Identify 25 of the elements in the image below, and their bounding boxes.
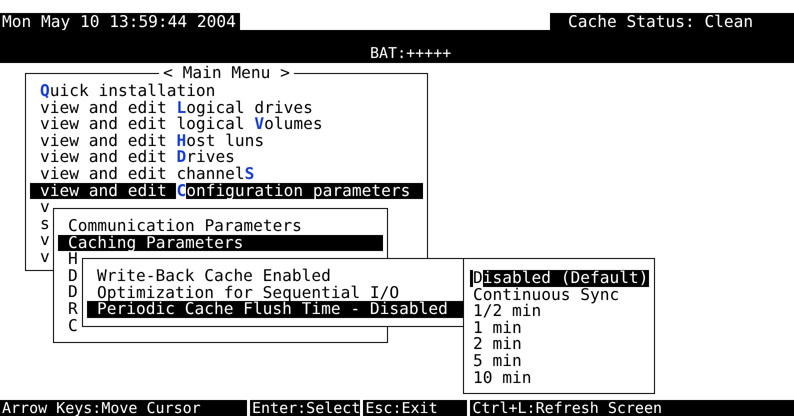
menu-item[interactable]: 2 min (470, 336, 649, 353)
menu-item[interactable]: 5 min (470, 352, 649, 370)
clock: Mon May 10 13:59:44 2004 (0, 13, 240, 30)
menu-item[interactable]: view and edit channelS (30, 166, 423, 183)
key-hint: Enter:Select (251, 400, 360, 416)
menu-item[interactable]: view and edit Configuration parameters (30, 182, 423, 200)
menu-item[interactable]: view and edit D rives (30, 149, 423, 166)
menu-item[interactable]: Optimization for Sequential I/O (87, 284, 467, 302)
menu-item[interactable]: Communication Parameters (58, 218, 383, 235)
battery-status: BAT:+++++ (370, 45, 452, 61)
menu-item[interactable]: 1/2 min (470, 303, 649, 320)
menu-item[interactable]: Disabled (Default) (470, 270, 649, 287)
menu-item[interactable]: view and edit Host luns (30, 132, 423, 150)
cache-status: Cache Status: Clean (550, 13, 794, 30)
menu-item[interactable]: 10 min (470, 370, 649, 386)
menu-item[interactable]: 1 min (470, 320, 649, 336)
menu-item[interactable]: Continuous Sync (470, 286, 649, 304)
key-hint: Ctrl+L:Refresh Screen (471, 400, 664, 416)
key-hint: Esc:Exit (364, 400, 439, 416)
key-hint: Arrow Keys:Move Cursor (1, 400, 202, 416)
menu-item[interactable]: view and edit Logical drives (30, 100, 423, 116)
menu-item[interactable]: view and edit logical Volumes (30, 116, 423, 133)
menu-item[interactable]: Quick installation (30, 83, 423, 100)
menu-item[interactable]: Write-Back Cache Enabled (87, 268, 467, 285)
menu-item[interactable]: Caching Parameters (58, 234, 383, 252)
